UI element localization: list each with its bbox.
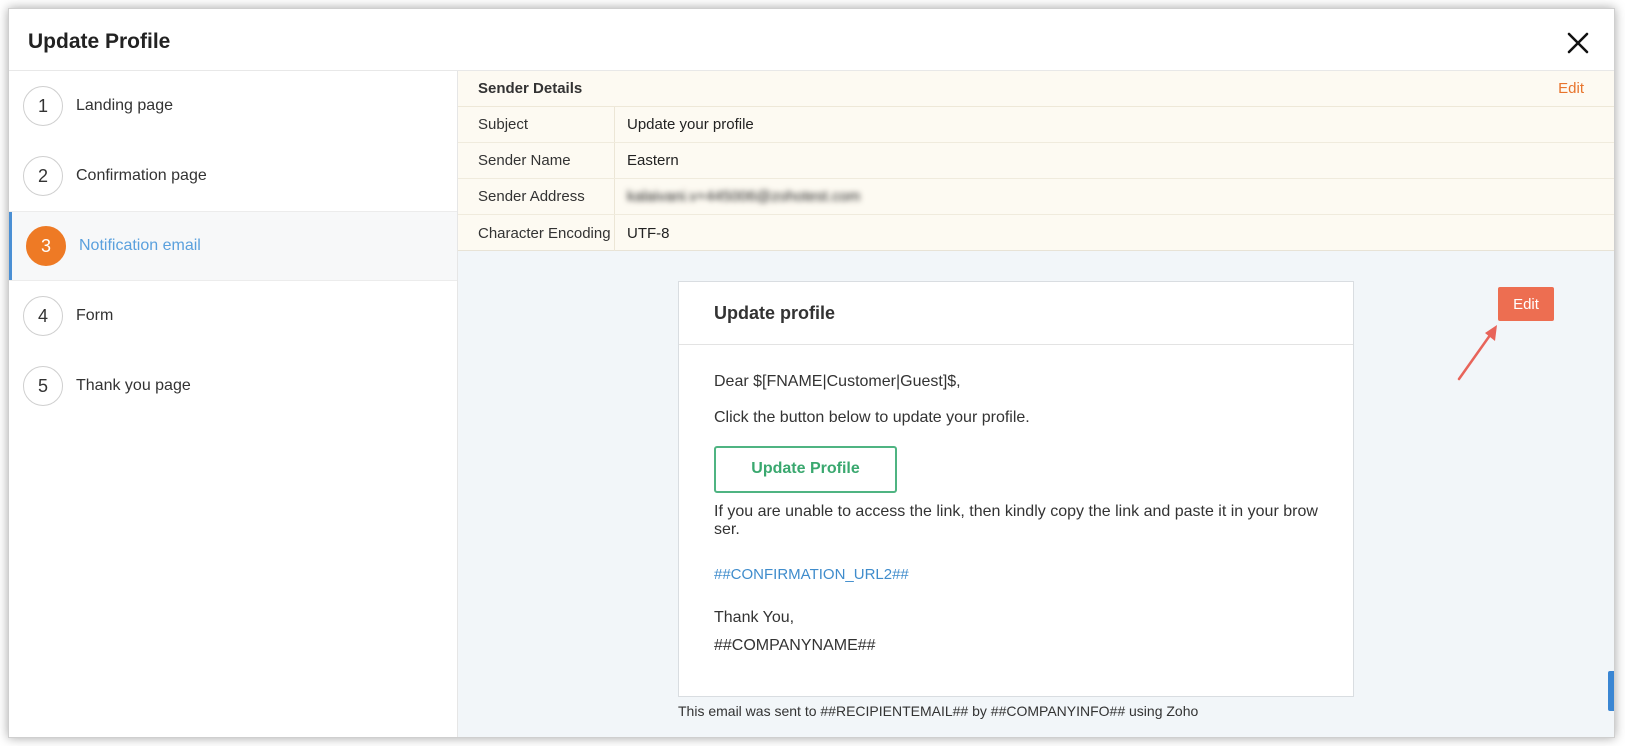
- email-preview-pane: Sender Details Edit Subject Update your …: [458, 71, 1614, 737]
- modal-title: Update Profile: [28, 30, 171, 53]
- sender-field-value: UTF-8: [627, 224, 670, 242]
- sender-details-title: Sender Details: [478, 80, 583, 97]
- sender-details-panel: Sender Details Edit Subject Update your …: [458, 71, 1614, 251]
- step-number: 5: [23, 366, 63, 406]
- email-greeting: Dear $[FNAME|Customer|Guest]$,: [714, 373, 961, 390]
- step-label: Confirmation page: [76, 167, 207, 184]
- scrollbar-thumb[interactable]: [1608, 671, 1614, 711]
- step-thank-you-page[interactable]: 5 Thank you page: [9, 351, 457, 421]
- step-number: 2: [23, 156, 63, 196]
- close-icon[interactable]: [1564, 29, 1592, 57]
- sender-row-encoding: Character Encoding UTF-8: [458, 215, 1614, 251]
- sender-field-label: Sender Address: [458, 179, 615, 214]
- sender-field-label: Subject: [458, 107, 615, 142]
- sender-row-name: Sender Name Eastern: [458, 143, 1614, 179]
- email-footer-text: This email was sent to ##RECIPIENTEMAIL#…: [678, 703, 1199, 719]
- email-title: Update profile: [714, 302, 836, 323]
- modal-header: Update Profile: [9, 9, 1614, 71]
- sender-address-value: kalaivani.v+445006@zohotest.com: [627, 188, 861, 205]
- sender-field-value: Update your profile: [627, 116, 754, 133]
- steps-sidebar: 1 Landing page 2 Confirmation page 3 Not…: [9, 71, 458, 737]
- email-preview-card: Update profile Dear $[FNAME|Customer|Gue…: [678, 281, 1354, 697]
- sender-details-header: Sender Details Edit: [458, 71, 1614, 107]
- email-instruction: Click the button below to update your pr…: [714, 409, 1030, 427]
- step-label: Notification email: [79, 237, 201, 254]
- edit-email-button[interactable]: Edit: [1498, 287, 1554, 321]
- confirmation-url-link[interactable]: ##CONFIRMATION_URL2##: [714, 566, 1318, 583]
- step-number: 1: [23, 86, 63, 126]
- email-thanks: Thank You,: [714, 608, 795, 626]
- step-label: Landing page: [76, 97, 173, 114]
- step-label: Form: [76, 307, 114, 324]
- sender-field-label: Character Encoding: [458, 215, 615, 251]
- sender-field-label: Sender Name: [458, 143, 615, 178]
- step-confirmation-page[interactable]: 2 Confirmation page: [9, 141, 457, 211]
- step-number: 4: [23, 296, 63, 336]
- sender-field-value: Eastern: [627, 152, 679, 169]
- update-profile-button[interactable]: Update Profile: [714, 445, 897, 493]
- email-header: Update profile: [679, 282, 1353, 345]
- step-number: 3: [26, 226, 66, 266]
- sender-edit-link[interactable]: Edit: [1558, 80, 1584, 97]
- annotation-arrow-icon: [1457, 325, 1497, 381]
- step-form[interactable]: 4 Form: [9, 281, 457, 351]
- email-company-name: ##COMPANYNAME##: [714, 637, 876, 655]
- step-notification-email[interactable]: 3 Notification email: [9, 211, 457, 281]
- update-profile-modal: Update Profile 1 Landing page 2 Confirma…: [8, 8, 1615, 738]
- step-landing-page[interactable]: 1 Landing page: [9, 71, 457, 141]
- email-help-text: If you are unable to access the link, th…: [714, 502, 1318, 539]
- step-label: Thank you page: [76, 377, 191, 394]
- sender-row-subject: Subject Update your profile: [458, 107, 1614, 143]
- sender-row-address: Sender Address kalaivani.v+445006@zohote…: [458, 179, 1614, 215]
- email-body: Dear $[FNAME|Customer|Guest]$, Click the…: [679, 345, 1353, 656]
